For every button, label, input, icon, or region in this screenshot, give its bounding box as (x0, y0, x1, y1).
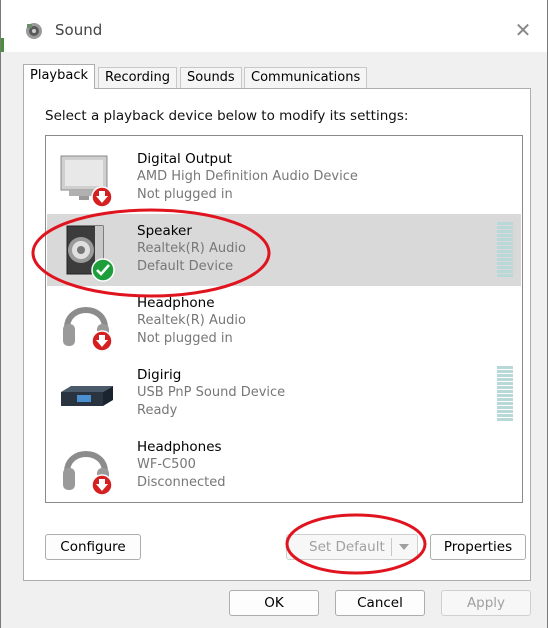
apply-button[interactable]: Apply (441, 590, 531, 616)
set-default-button[interactable]: Set Default (286, 534, 418, 560)
device-name: Headphone (137, 295, 215, 311)
usb-sound-device-icon (61, 386, 113, 406)
window-accent (1, 38, 4, 52)
device-name: Digital Output (137, 151, 232, 167)
green-check-icon (91, 258, 115, 282)
device-status: Not plugged in (137, 331, 233, 346)
device-digirig[interactable]: Digirig USB PnP Sound Device Ready (47, 358, 521, 430)
cancel-button[interactable]: Cancel (335, 590, 425, 616)
red-down-arrow-icon (91, 474, 113, 496)
device-status: Ready (137, 403, 178, 418)
chevron-down-icon[interactable] (399, 544, 409, 550)
close-button[interactable]: ✕ (509, 16, 537, 44)
title-bar: Sound ✕ (1, 0, 547, 52)
device-description: USB PnP Sound Device (137, 385, 286, 400)
red-down-arrow-icon (91, 330, 113, 352)
device-headphones[interactable]: Headphones WF-C500 Disconnected (47, 430, 521, 502)
device-description: AMD High Definition Audio Device (137, 169, 358, 184)
red-down-arrow-icon (91, 186, 113, 208)
device-name: Speaker (137, 223, 192, 239)
properties-button[interactable]: Properties (430, 534, 526, 560)
tab-recording[interactable]: Recording (98, 67, 178, 88)
device-description: Realtek(R) Audio (137, 313, 246, 328)
tab-communications[interactable]: Communications (244, 67, 368, 88)
ok-button[interactable]: OK (229, 590, 319, 616)
instruction-text: Select a playback device below to modify… (45, 108, 409, 124)
device-description: Realtek(R) Audio (137, 241, 246, 256)
playback-panel: Select a playback device below to modify… (23, 88, 531, 581)
set-default-label: Set Default (309, 539, 385, 555)
volume-level-meter (497, 366, 513, 422)
device-status: Default Device (137, 259, 234, 274)
tab-sounds[interactable]: Sounds (180, 67, 242, 88)
dialog-button-bar: OK Cancel Apply (1, 584, 547, 628)
device-speaker[interactable]: Speaker Realtek(R) Audio Default Device (47, 214, 521, 286)
device-list[interactable]: Digital Output AMD High Definition Audio… (45, 135, 523, 503)
split-separator (391, 538, 392, 556)
configure-button[interactable]: Configure (45, 534, 141, 560)
window-title: Sound (55, 21, 103, 39)
tab-playback[interactable]: Playback (23, 64, 96, 89)
sound-dialog: Sound ✕ Playback Recording Sounds Commun… (0, 0, 548, 628)
device-description: WF-C500 (137, 457, 196, 472)
device-status: Disconnected (137, 475, 226, 490)
device-digital-output[interactable]: Digital Output AMD High Definition Audio… (47, 142, 521, 214)
volume-level-meter (497, 222, 513, 278)
speaker-app-icon (26, 23, 42, 39)
device-name: Headphones (137, 439, 222, 455)
device-name: Digirig (137, 367, 182, 383)
device-status: Not plugged in (137, 187, 233, 202)
device-headphone[interactable]: Headphone Realtek(R) Audio Not plugged i… (47, 286, 521, 358)
